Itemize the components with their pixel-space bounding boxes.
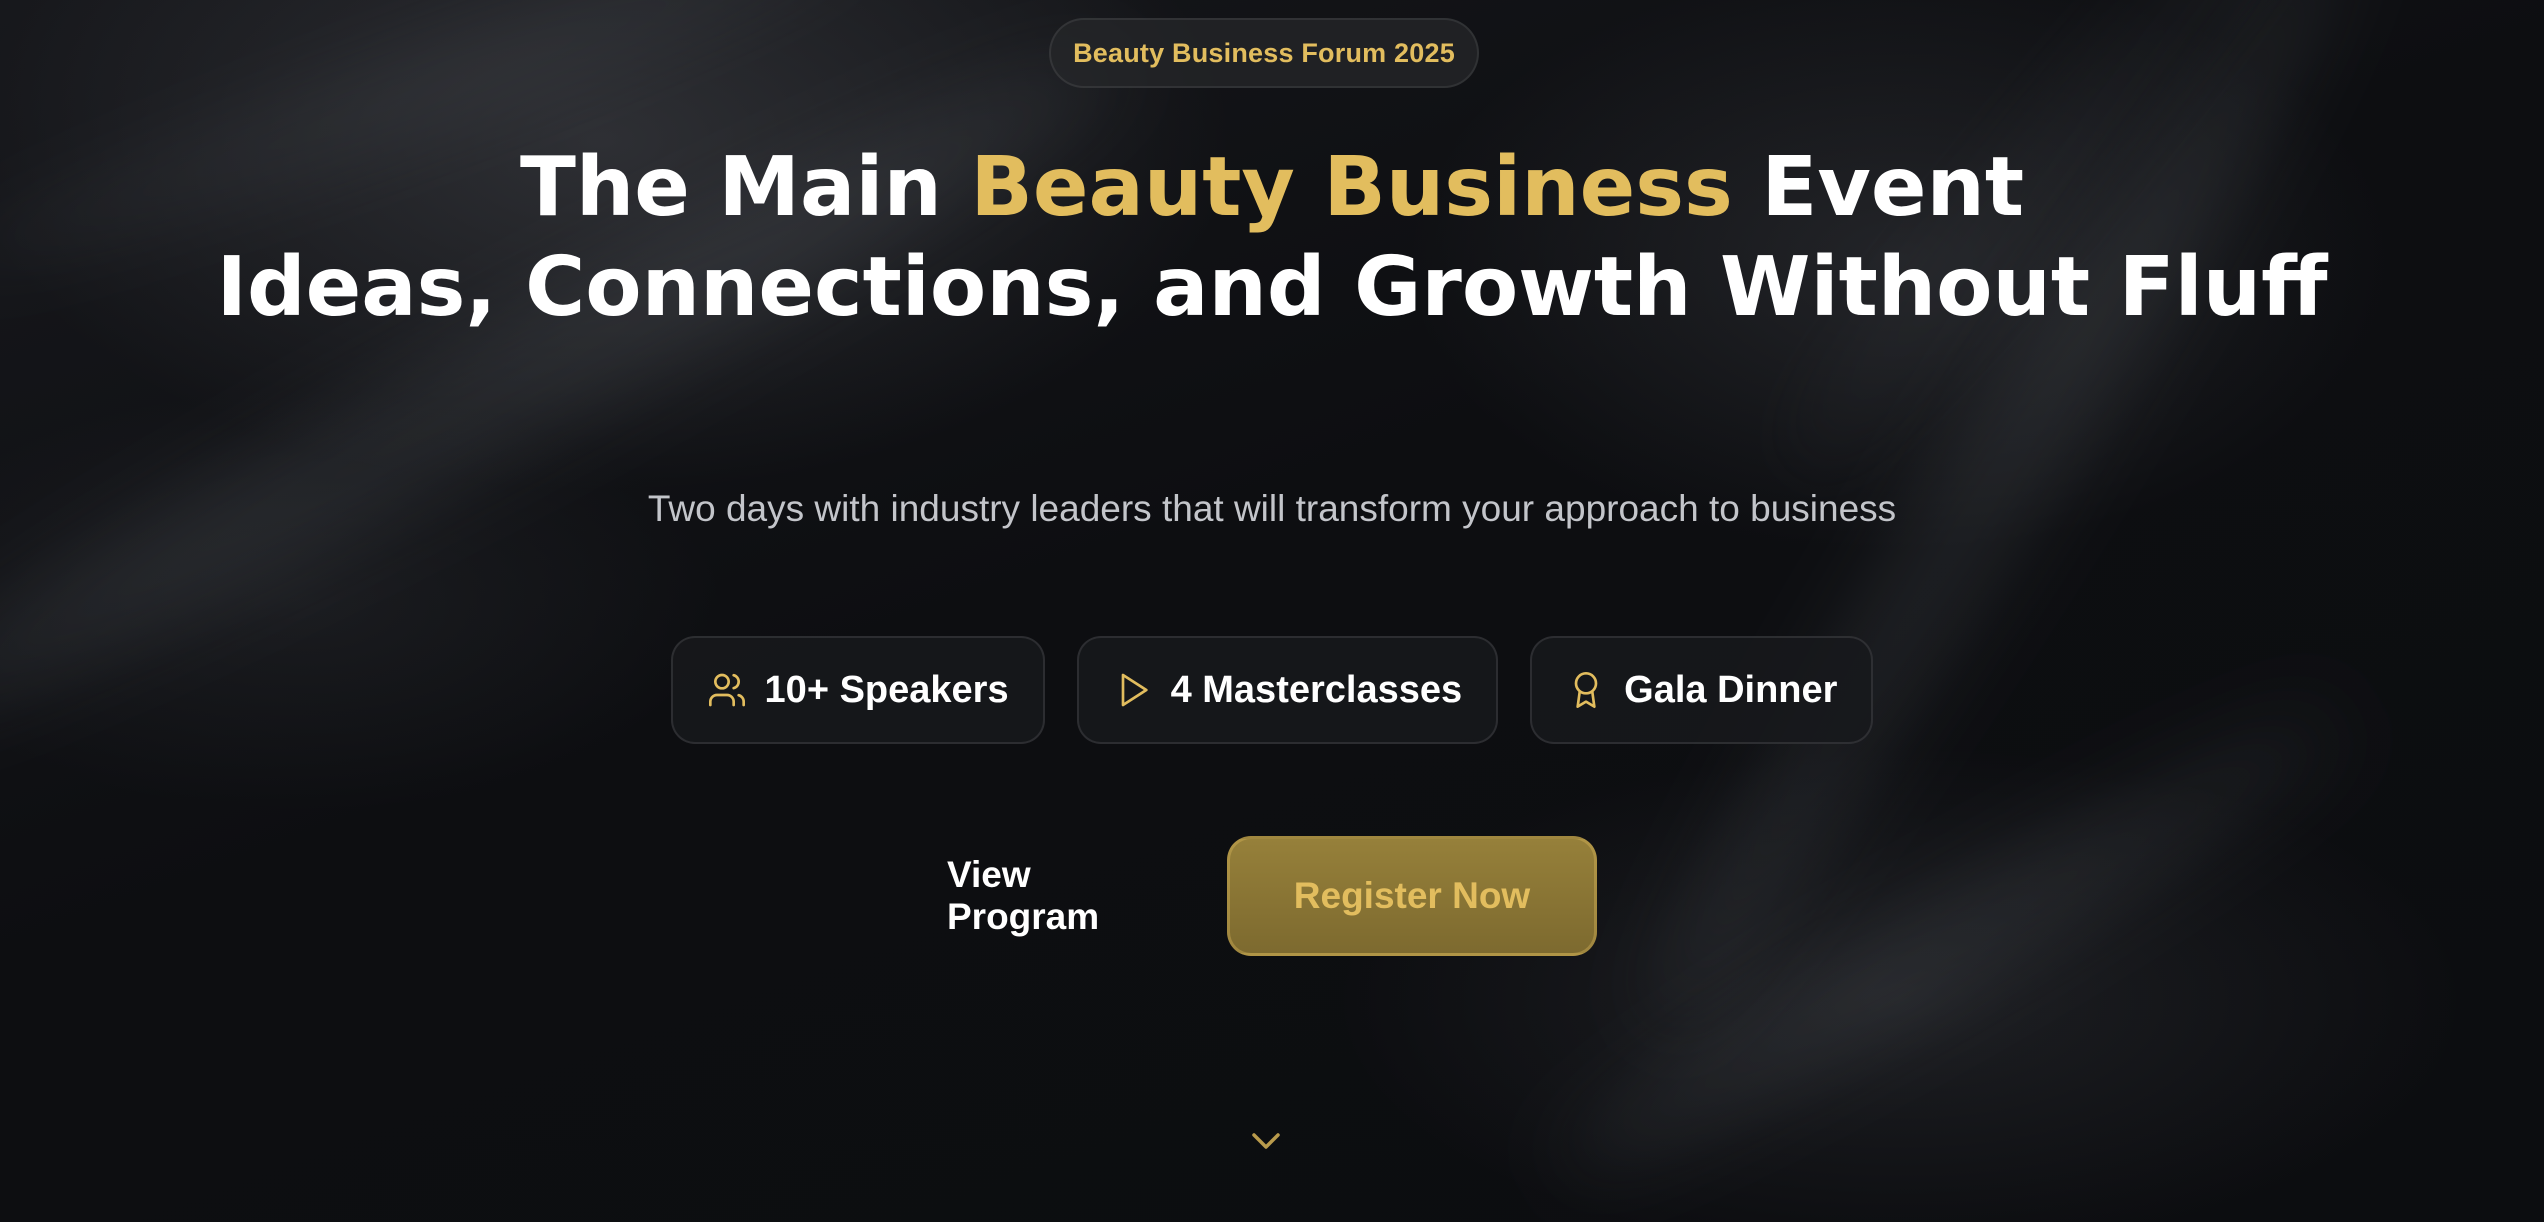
cta-group: View Program Register Now: [0, 836, 2544, 956]
feature-masterclasses-label: 4 Masterclasses: [1170, 668, 1463, 711]
feature-speakers: 10+ Speakers: [670, 636, 1045, 744]
chevron-down-icon[interactable]: [1248, 1126, 1284, 1156]
headline-accent: Beauty Business: [970, 140, 1733, 235]
feature-masterclasses: 4 Masterclasses: [1076, 636, 1499, 744]
event-badge-label: Beauty Business Forum 2025: [1073, 37, 1455, 68]
hero-subtitle: Two days with industry leaders that will…: [647, 488, 1897, 529]
award-icon: [1566, 670, 1606, 710]
feature-list: 10+ Speakers 4 Masterclasses Gala Dinner: [0, 636, 2544, 744]
feature-gala-dinner: Gala Dinner: [1530, 636, 1874, 744]
headline-line2: Ideas, Connections, and Growth Without F…: [216, 240, 2328, 335]
view-program-button[interactable]: View Program: [947, 836, 1183, 956]
hero-section: Beauty Business Forum 2025 The Main Beau…: [0, 0, 2544, 1222]
users-icon: [707, 670, 747, 710]
headline-pre: The Main: [519, 140, 971, 235]
headline-post: Event: [1732, 140, 2025, 235]
register-now-button[interactable]: Register Now: [1227, 836, 1597, 956]
hero-headline: The Main Beauty Business Event Ideas, Co…: [0, 138, 2544, 338]
feature-speakers-label: 10+ Speakers: [764, 668, 1009, 711]
event-badge: Beauty Business Forum 2025: [1049, 18, 1479, 88]
play-icon: [1113, 670, 1153, 710]
feature-gala-dinner-label: Gala Dinner: [1624, 668, 1838, 711]
